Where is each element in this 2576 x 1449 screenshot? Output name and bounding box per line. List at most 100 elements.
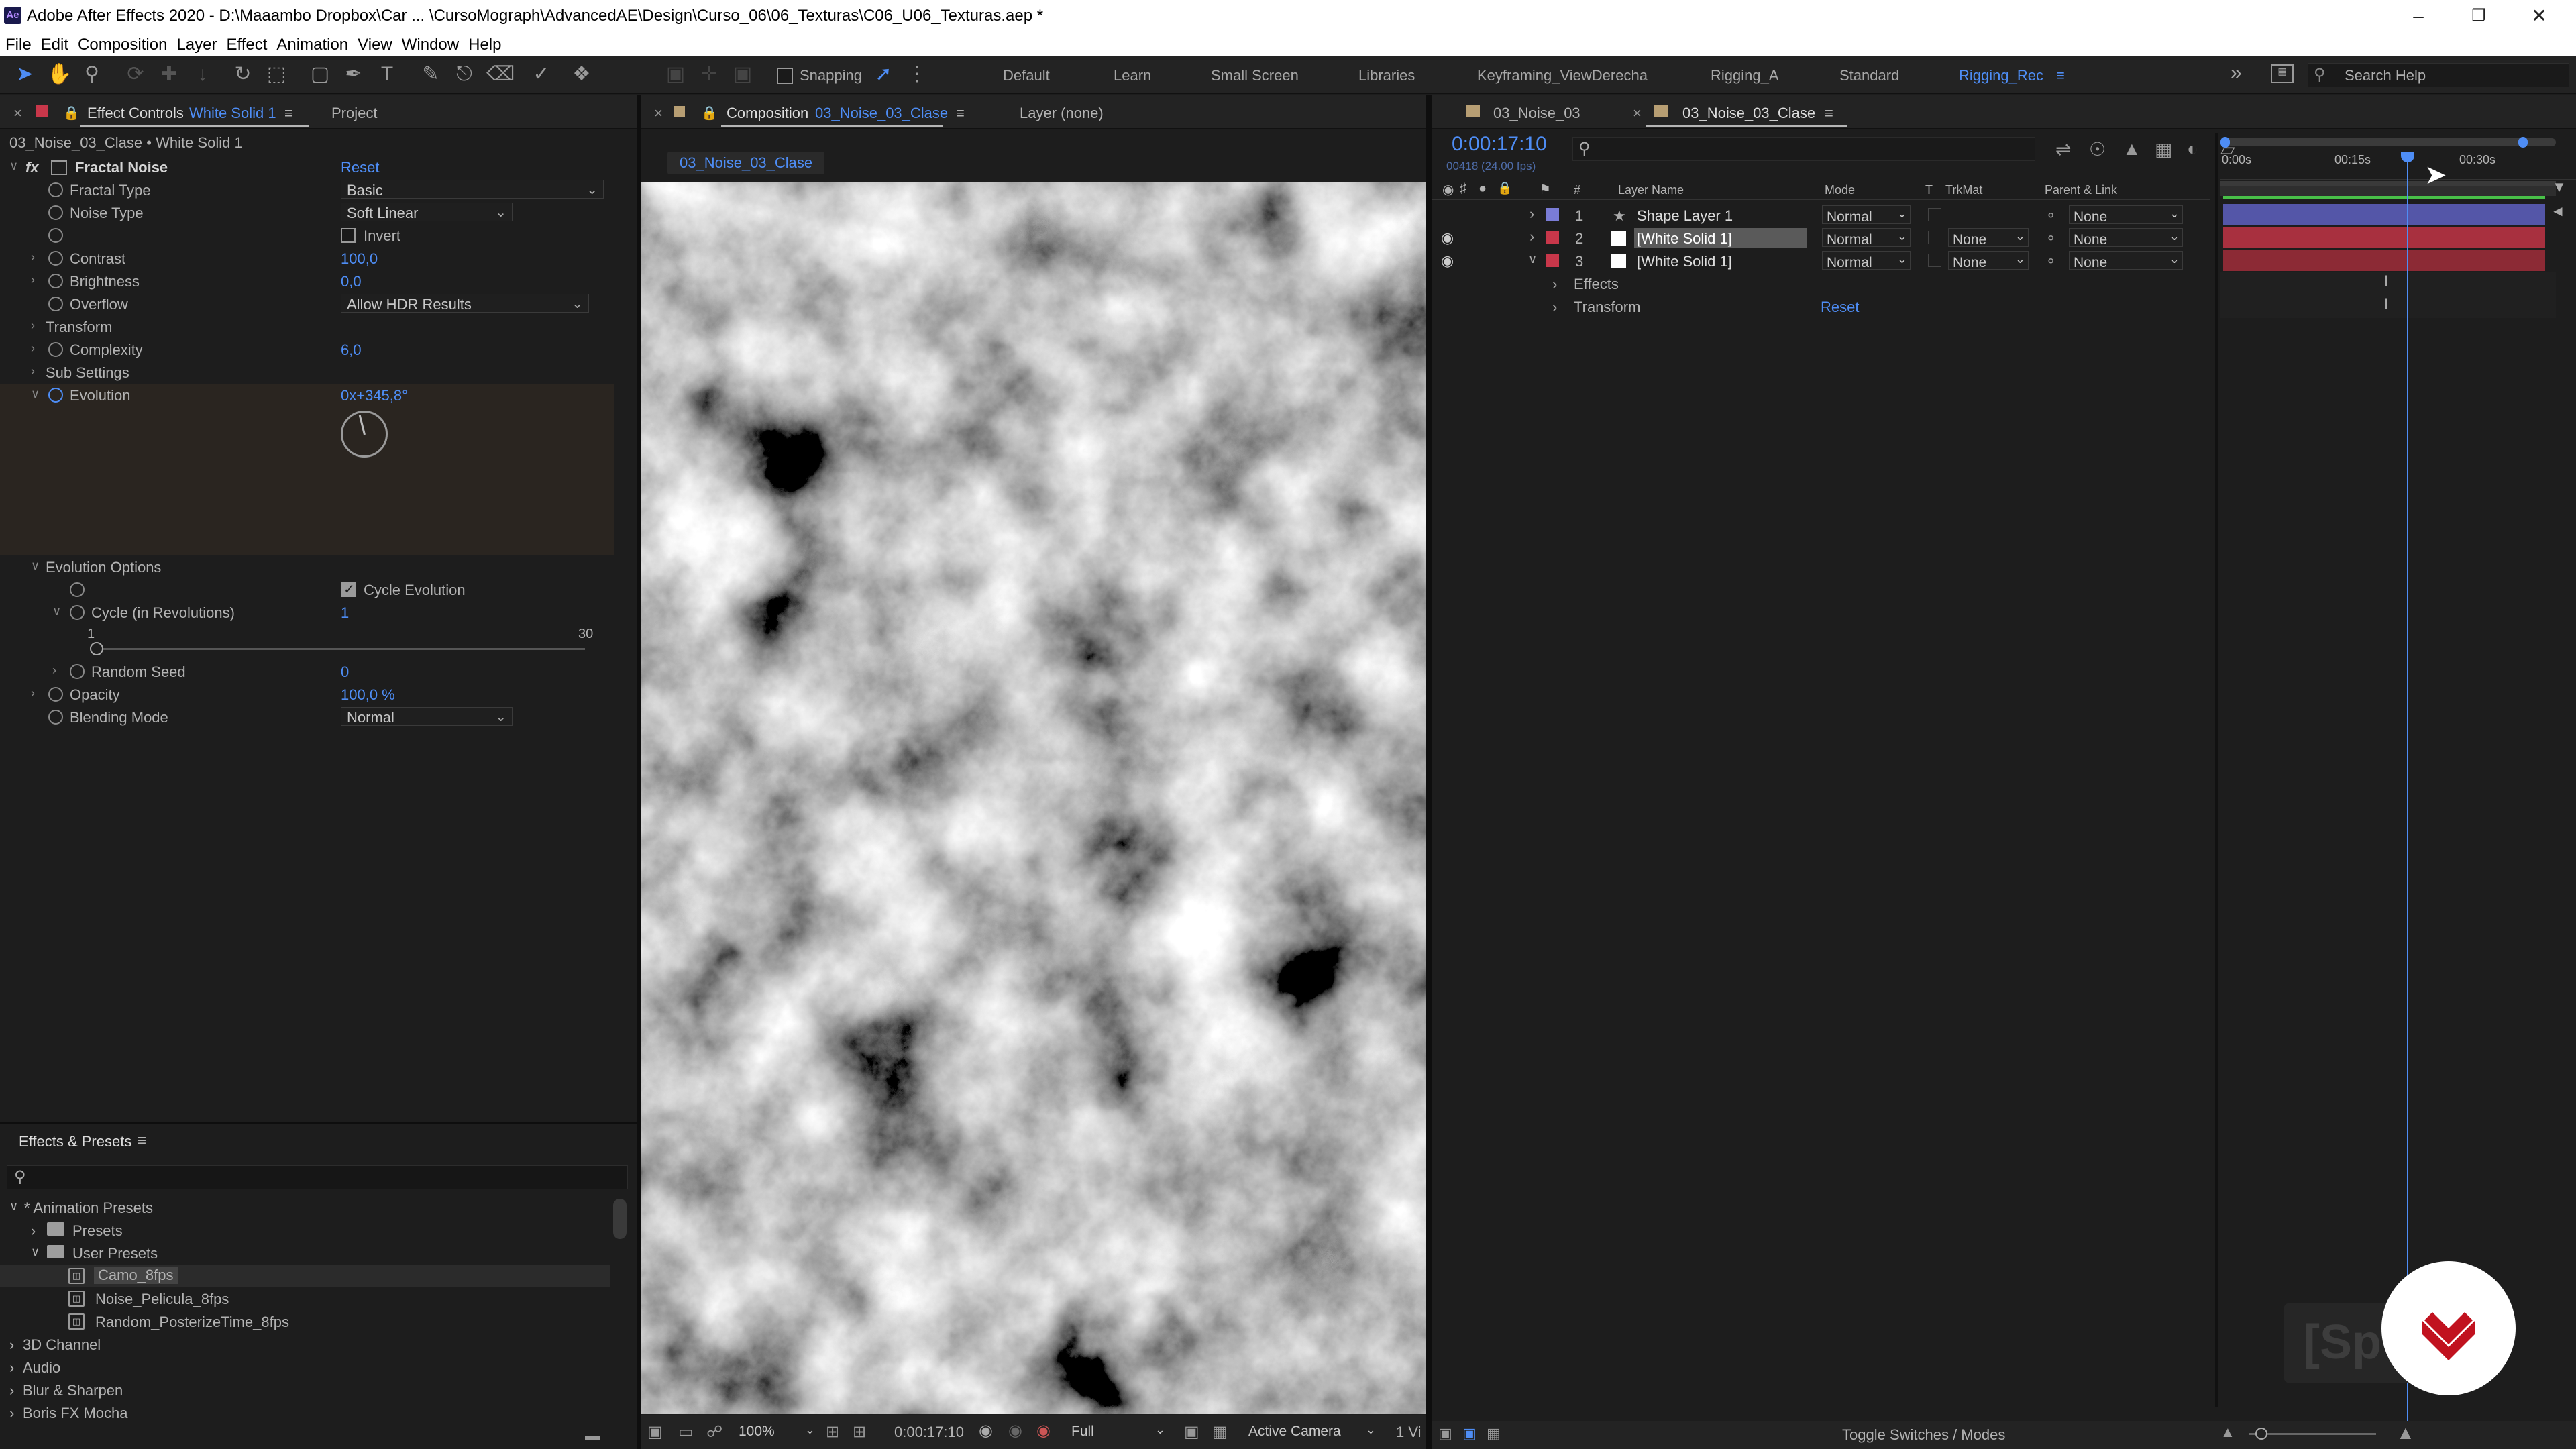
- close-tab-icon[interactable]: ×: [13, 105, 22, 122]
- complexity-value[interactable]: 6,0: [341, 341, 362, 359]
- collapse-arrow-icon[interactable]: ∨: [1528, 252, 1537, 266]
- minimize-icon[interactable]: –: [2388, 1, 2449, 31]
- playhead-handle[interactable]: [2400, 152, 2414, 162]
- expand-arrow-icon[interactable]: ›: [1552, 276, 1557, 293]
- list-item[interactable]: ∨ * Animation Presets: [0, 1196, 610, 1219]
- time-ruler[interactable]: 0:00s 00:15s 00:30s: [2220, 149, 2576, 180]
- cycle-evolution-checkbox[interactable]: [341, 581, 356, 598]
- expand-arrow-icon[interactable]: ›: [31, 686, 35, 700]
- expand-arrow-icon[interactable]: ›: [31, 319, 35, 333]
- layer-switches-icon[interactable]: ▣: [1438, 1425, 1452, 1442]
- project-tab[interactable]: Project: [331, 105, 377, 122]
- list-item[interactable]: › 3D Channel: [0, 1333, 610, 1356]
- collapse-arrow-icon[interactable]: ∨: [9, 1199, 18, 1214]
- menu-animation[interactable]: Animation: [276, 36, 348, 54]
- eye-icon[interactable]: ◉: [1441, 252, 1454, 270]
- panel-menu-icon[interactable]: ≡: [956, 105, 965, 122]
- snapping-checkbox[interactable]: [777, 68, 793, 84]
- safe-zones-icon[interactable]: ⊞: [826, 1422, 839, 1442]
- eye-icon[interactable]: ◉: [1441, 229, 1454, 247]
- menu-file[interactable]: File: [5, 36, 32, 54]
- preserve-transparency-box[interactable]: [1928, 231, 1941, 244]
- expand-arrow-icon[interactable]: ›: [1529, 228, 1534, 246]
- mode-dropdown[interactable]: Normal ⌄: [1822, 205, 1911, 225]
- panel-menu-icon[interactable]: ≡: [1825, 105, 1833, 122]
- comp-mini-flowchart-icon[interactable]: ⇌: [2055, 138, 2071, 160]
- sub-settings-row[interactable]: › Sub Settings: [0, 361, 624, 384]
- rectangle-tool-icon[interactable]: ▢: [309, 63, 331, 86]
- menu-view[interactable]: View: [358, 36, 392, 54]
- mode-dropdown[interactable]: Normal ⌄: [1822, 251, 1911, 270]
- playhead[interactable]: [2400, 152, 2414, 1449]
- time-navigator[interactable]: [2220, 137, 2556, 148]
- expand-arrow-icon[interactable]: ›: [1529, 205, 1534, 223]
- panel-divider[interactable]: [1426, 95, 1432, 1449]
- shy-icon[interactable]: ▲: [2123, 138, 2141, 160]
- workspace-menu-icon[interactable]: ≡: [2056, 67, 2065, 85]
- zoom-slider[interactable]: [2249, 1433, 2376, 1435]
- transform-group-row[interactable]: › Transform: [0, 315, 624, 338]
- layer-bar[interactable]: [2223, 250, 2545, 271]
- timeline-tab-2[interactable]: 03_Noise_03_Clase: [1682, 105, 1815, 122]
- align-icon[interactable]: ▣: [664, 63, 687, 86]
- contrast-value[interactable]: 100,0: [341, 250, 378, 268]
- pan-camera-icon[interactable]: ✚: [158, 63, 180, 86]
- stopwatch-icon[interactable]: [70, 605, 85, 620]
- cycle-value[interactable]: 1: [341, 604, 349, 622]
- layer-name[interactable]: Shape Layer 1: [1637, 207, 1733, 225]
- zoom-out-icon[interactable]: ▲: [2220, 1424, 2235, 1441]
- effect-fractal-noise-row[interactable]: ∨ fx Fractal Noise Reset: [0, 156, 624, 178]
- layer-row[interactable]: ◉ ∨ 3 [White Solid 1] Normal ⌄ None ⌄ ⚬ No…: [1432, 250, 2210, 272]
- close-icon[interactable]: ✕: [2509, 1, 2569, 31]
- stopwatch-icon[interactable]: [70, 664, 85, 679]
- layer-row[interactable]: › 1 ★ Shape Layer 1 Normal ⌄ ⚬ None ⌄: [1432, 204, 2210, 227]
- noise-type-dropdown[interactable]: Soft Linear ⌄: [341, 203, 513, 221]
- layer-name[interactable]: [White Solid 1]: [1637, 230, 1732, 248]
- evolution-dial[interactable]: [341, 411, 388, 458]
- preserve-transparency-box[interactable]: [1928, 254, 1941, 267]
- stopwatch-icon[interactable]: [48, 182, 63, 197]
- snap-grid-icon[interactable]: ⋮: [906, 63, 928, 86]
- selection-tool-icon[interactable]: ➤: [13, 63, 36, 86]
- workspace-learn[interactable]: Learn: [1114, 67, 1151, 85]
- trkmat-dropdown[interactable]: None ⌄: [1948, 251, 2029, 270]
- timeline-tab-1[interactable]: 03_Noise_03: [1493, 105, 1580, 122]
- expand-arrow-icon[interactable]: ›: [1552, 299, 1557, 316]
- brightness-value[interactable]: 0,0: [341, 273, 362, 290]
- fractal-type-dropdown[interactable]: Basic ⌄: [341, 180, 604, 199]
- workspace-overflow-icon[interactable]: »: [2231, 62, 2242, 85]
- zoom-tool-icon[interactable]: ⚲: [80, 63, 103, 86]
- parent-dropdown[interactable]: None ⌄: [2069, 228, 2183, 248]
- panel-menu-icon[interactable]: ≡: [284, 105, 293, 122]
- type-tool-icon[interactable]: T: [376, 63, 398, 86]
- workspace-rigging-rec[interactable]: Rigging_Rec: [1959, 67, 2043, 85]
- always-preview-icon[interactable]: ▣: [647, 1422, 663, 1442]
- collapse-arrow-icon[interactable]: ∨: [31, 559, 40, 573]
- snap-option-icon[interactable]: ➚: [872, 63, 895, 86]
- layer-label-color[interactable]: [1546, 231, 1559, 244]
- expand-chevron-icon[interactable]: ∨: [9, 159, 18, 173]
- expand-arrow-icon[interactable]: ›: [9, 1336, 14, 1354]
- list-item[interactable]: › Blur & Sharpen: [0, 1379, 610, 1401]
- random-seed-value[interactable]: 0: [341, 663, 349, 681]
- composition-tab-name[interactable]: 03_Noise_03_Clase: [815, 105, 948, 122]
- work-area-bar[interactable]: [2220, 181, 2556, 196]
- close-tab-icon[interactable]: ×: [1633, 105, 1642, 122]
- collapse-arrow-icon[interactable]: ∨: [31, 387, 40, 401]
- layer-search-input[interactable]: ⚲: [1572, 137, 2035, 161]
- lock-icon[interactable]: 🔒: [701, 105, 718, 121]
- stopwatch-icon[interactable]: [48, 205, 63, 220]
- stopwatch-icon[interactable]: [48, 251, 63, 266]
- evolution-options-row[interactable]: ∨ Evolution Options: [0, 555, 624, 578]
- parent-dropdown[interactable]: None ⌄: [2069, 251, 2183, 270]
- layer-label-color[interactable]: [1546, 208, 1559, 221]
- pick-whip-icon[interactable]: ⚬: [2045, 207, 2057, 225]
- dolly-camera-icon[interactable]: ↓: [191, 63, 214, 86]
- overflow-dropdown[interactable]: Allow HDR Results ⌄: [341, 294, 589, 313]
- parent-dropdown[interactable]: None ⌄: [2069, 205, 2183, 225]
- evolution-value[interactable]: 0x+345,8°: [341, 387, 408, 405]
- brush-tool-icon[interactable]: ✎: [419, 63, 442, 86]
- navigator-end-handle[interactable]: [2518, 137, 2528, 148]
- transform-property-row[interactable]: › Transform Reset: [1432, 295, 2210, 318]
- workspace-keyframing[interactable]: Keyframing_ViewDerecha: [1477, 67, 1648, 85]
